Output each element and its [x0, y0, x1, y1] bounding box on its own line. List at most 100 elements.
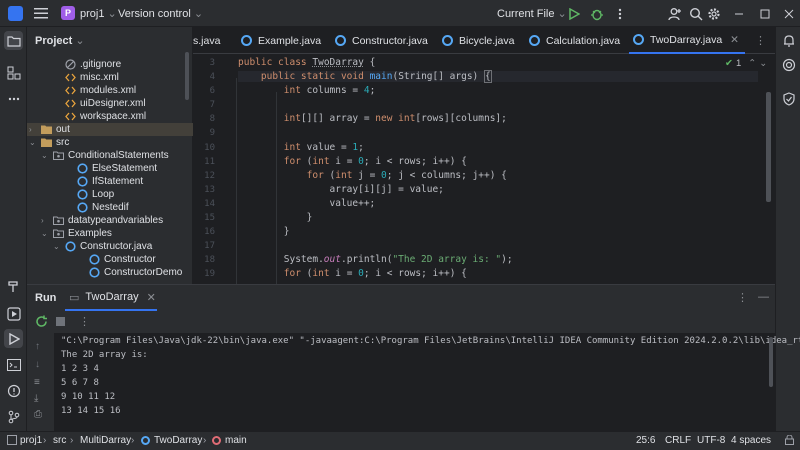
editor-tab[interactable]: Bicycle.java — [442, 27, 514, 54]
inspection-widget[interactable]: ✔ 1 ⌃ ⌄ — [725, 58, 767, 69]
tree-item[interactable]: Loop — [27, 188, 193, 201]
more-options-icon[interactable]: ⋮ — [737, 291, 748, 304]
scroll-to-end-icon[interactable]: ⤓ — [34, 393, 38, 404]
lock-icon[interactable] — [785, 434, 794, 448]
tree-item[interactable]: Nestedif — [27, 201, 193, 214]
close-tab-icon[interactable]: ✕ — [147, 291, 156, 304]
chevron-down-icon[interactable]: ⌄ — [41, 149, 51, 162]
editor-scrollbar[interactable] — [766, 92, 771, 202]
chevron-down-icon: ⌄ — [75, 35, 85, 47]
breadcrumb-item[interactable]: src — [53, 435, 66, 446]
soft-wrap-icon[interactable]: ≡ — [34, 377, 40, 388]
console-line: 13 14 15 16 — [61, 406, 121, 416]
tree-item[interactable]: ElseStatement — [27, 162, 193, 175]
problems-tool-button[interactable] — [4, 381, 23, 400]
breadcrumb-item[interactable]: MultiDarray — [80, 435, 131, 446]
java-class-icon — [77, 163, 88, 174]
project-tool-button[interactable] — [4, 31, 23, 50]
tree-item[interactable]: › datatypeandvariables — [27, 214, 193, 227]
chevron-up-icon[interactable]: ⌃ — [748, 58, 756, 69]
close-window-icon[interactable] — [781, 6, 797, 22]
tree-item[interactable]: workspace.xml — [27, 110, 193, 123]
close-tab-icon[interactable]: ✕ — [730, 34, 739, 46]
code-editor[interactable]: 3 4 6 7 8 9 10 11 12 13 14 15 16 17 18 19 ✔ 1 ⌃ ⌄ public … — [193, 54, 775, 284]
minimize-window-icon[interactable] — [731, 6, 747, 22]
more-tools-button[interactable] — [4, 89, 23, 108]
editor-tab[interactable]: Example.java — [241, 27, 321, 54]
version-control-menu[interactable]: Version control ⌄ — [118, 7, 203, 20]
more-options-icon[interactable]: ⋮ — [79, 315, 90, 328]
editor-tab[interactable]: Calculation.java — [529, 27, 620, 54]
run-tool-button[interactable] — [4, 329, 23, 348]
tree-item[interactable]: misc.xml — [27, 71, 193, 84]
code-line: for (int i = 0; i < rows; i++) { — [283, 268, 467, 279]
breadcrumb-item[interactable]: proj1 — [20, 435, 42, 446]
scroll-up-icon[interactable]: ↑ — [35, 341, 40, 352]
run-configuration-selector[interactable]: Current File ⌄ — [497, 7, 567, 20]
main-menu-icon[interactable] — [34, 7, 48, 19]
editor-tab[interactable]: s.java — [193, 27, 220, 54]
tree-item-label: Examples — [68, 228, 112, 239]
tab-options-icon[interactable]: ⋮ — [755, 34, 766, 47]
editor-tab-active[interactable]: TwoDarray.java ✕ — [629, 27, 745, 54]
structure-tool-button[interactable] — [4, 63, 23, 82]
hide-panel-icon[interactable]: — — [758, 291, 769, 303]
settings-gear-icon[interactable] — [706, 6, 722, 22]
package-icon — [53, 215, 64, 226]
search-icon[interactable] — [688, 6, 704, 22]
tree-item-label: datatypeandvariables — [68, 215, 164, 226]
tree-item[interactable]: IfStatement — [27, 175, 193, 188]
services-tool-button[interactable] — [4, 304, 23, 323]
chevron-down-icon[interactable]: ⌄ — [759, 58, 767, 69]
editor-tab-bar: s.java Example.java Constructor.java Bic… — [193, 27, 775, 54]
tree-item[interactable]: ⌄ Examples — [27, 227, 193, 240]
more-actions-icon[interactable] — [612, 6, 628, 22]
add-user-icon[interactable] — [667, 6, 683, 22]
ai-assistant-tool-button[interactable] — [779, 55, 798, 74]
line-ending-selector[interactable]: CRLF — [665, 435, 691, 446]
editor-tab[interactable]: Constructor.java — [335, 27, 428, 54]
indent-selector[interactable]: 4 spaces — [731, 435, 771, 446]
breadcrumb-item[interactable]: main — [225, 435, 247, 446]
chevron-down-icon[interactable]: ⌄ — [41, 227, 51, 240]
run-tab-twodarray[interactable]: ▭ TwoDarray ✕ — [65, 285, 157, 311]
version-control-label: Version control — [118, 8, 191, 20]
line-number: 18 — [204, 255, 215, 265]
console-scrollbar[interactable] — [769, 337, 773, 387]
project-panel-title[interactable]: Project ⌄ — [35, 34, 85, 47]
tree-item[interactable]: ⌄ Constructor.java — [27, 240, 193, 253]
project-switcher[interactable]: proj1 ⌄ — [80, 7, 117, 20]
tree-item[interactable]: › out — [27, 123, 193, 136]
tree-item[interactable]: ⌄ ConditionalStatements — [27, 149, 193, 162]
console-output[interactable]: "C:\Program Files\Java\jdk-22\bin\java.e… — [54, 333, 800, 432]
build-tool-button[interactable] — [4, 276, 23, 295]
xml-file-icon — [65, 72, 76, 83]
print-icon[interactable]: ⎙ — [34, 409, 42, 420]
stop-icon[interactable] — [56, 317, 65, 326]
chevron-down-icon[interactable]: ⌄ — [29, 136, 39, 149]
scroll-down-icon[interactable]: ↓ — [35, 359, 40, 370]
project-badge[interactable]: P — [61, 6, 75, 20]
terminal-tool-button[interactable] — [4, 355, 23, 374]
code-with-me-tool-button[interactable] — [779, 89, 798, 108]
chevron-down-icon[interactable]: ⌄ — [53, 240, 63, 253]
tree-item[interactable]: ⌄ src — [27, 136, 193, 149]
tree-item[interactable]: uiDesigner.xml — [27, 97, 193, 110]
run-icon[interactable] — [566, 6, 582, 22]
chevron-right-icon[interactable]: › — [29, 123, 39, 136]
chevron-right-icon[interactable]: › — [41, 214, 51, 227]
tree-item[interactable]: ConstructorDemo — [27, 266, 193, 279]
debug-icon[interactable] — [589, 6, 605, 22]
breadcrumb-item[interactable]: TwoDarray — [154, 435, 202, 446]
tree-item[interactable]: .gitignore — [27, 58, 193, 71]
maximize-window-icon[interactable] — [757, 6, 773, 22]
project-tree-scrollbar[interactable] — [185, 52, 189, 100]
encoding-selector[interactable]: UTF-8 — [697, 435, 725, 446]
git-tool-button[interactable] — [4, 407, 23, 426]
rerun-icon[interactable] — [35, 315, 48, 328]
caret-position[interactable]: 25:6 — [636, 435, 655, 446]
tree-item[interactable]: Constructor — [27, 253, 193, 266]
notifications-tool-button[interactable] — [779, 31, 798, 50]
tree-item-label: misc.xml — [80, 72, 119, 83]
tree-item[interactable]: modules.xml — [27, 84, 193, 97]
